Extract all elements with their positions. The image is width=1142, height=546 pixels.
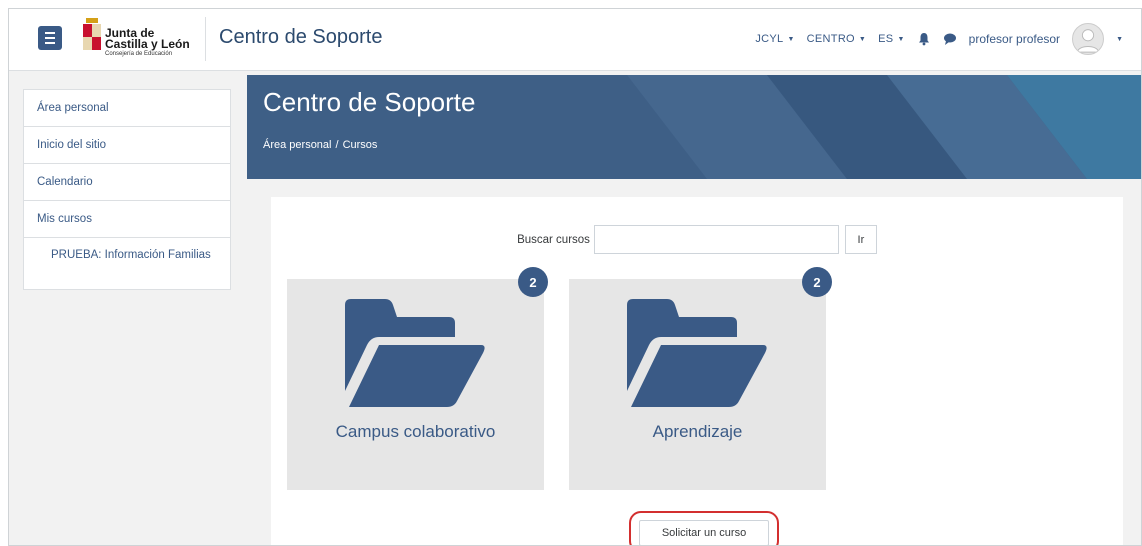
navbar-divider <box>205 17 206 61</box>
avatar-silhouette-icon <box>1077 29 1099 53</box>
chat-bubble-icon[interactable] <box>943 32 957 46</box>
category-name[interactable]: Campus colaborativo <box>287 422 544 442</box>
breadcrumb-separator: / <box>335 139 339 151</box>
language-menu-label: ES <box>878 33 894 45</box>
sidebar-item-inicio-del-sitio[interactable]: Inicio del sitio <box>24 127 230 164</box>
folder-open-icon <box>345 299 485 407</box>
course-count-badge: 2 <box>802 267 832 297</box>
course-count-badge: 2 <box>518 267 548 297</box>
folder-open-icon <box>627 299 767 407</box>
sidebar-item-course[interactable]: PRUEBA: Información Familias <box>24 238 230 263</box>
sidebar-nav: Área personal Inicio del sitio Calendari… <box>23 89 231 290</box>
caret-down-icon: ▼ <box>858 35 867 43</box>
sidebar-item-area-personal[interactable]: Área personal <box>24 90 230 127</box>
user-avatar-icon[interactable] <box>1072 23 1105 55</box>
user-menu-caret-icon[interactable]: ▼ <box>1116 36 1123 43</box>
search-label: Buscar cursos <box>517 233 590 246</box>
hamburger-menu-icon[interactable] <box>38 26 62 50</box>
course-search: Buscar cursos Ir <box>271 225 1123 254</box>
menu-jcyl-label: JCYL <box>755 33 784 45</box>
category-card-aprendizaje[interactable]: 2 Aprendizaje <box>569 267 832 490</box>
breadcrumb-item-area-personal[interactable]: Área personal <box>263 139 332 151</box>
sidebar-item-mis-cursos[interactable]: Mis cursos <box>24 201 230 238</box>
category-card-campus-colaborativo[interactable]: 2 Campus colaborativo <box>287 267 548 490</box>
browser-page: Junta de Castilla y León Consejería de E… <box>8 8 1142 546</box>
breadcrumb: Área personal / Cursos <box>263 139 377 151</box>
top-navbar: Junta de Castilla y León Consejería de E… <box>9 9 1141 71</box>
request-course-button[interactable]: Solicitar un curso <box>639 520 769 545</box>
caret-down-icon: ▼ <box>897 35 905 43</box>
page-header-banner: Centro de Soporte Área personal / Cursos <box>247 75 1141 179</box>
highlight-outline: Solicitar un curso <box>629 511 779 545</box>
crest-icon <box>83 18 101 50</box>
jcyl-logo[interactable]: Junta de Castilla y León Consejería de E… <box>83 13 213 63</box>
search-button[interactable]: Ir <box>844 225 877 254</box>
logo-text-line3: Consejería de Educación <box>105 51 173 57</box>
user-name[interactable]: profesor profesor <box>969 32 1060 46</box>
category-name[interactable]: Aprendizaje <box>569 422 826 442</box>
menu-centro[interactable]: CENTRO ▼ <box>807 33 866 45</box>
sidebar-item-calendario[interactable]: Calendario <box>24 164 230 201</box>
breadcrumb-item-cursos[interactable]: Cursos <box>343 139 378 151</box>
search-input[interactable] <box>593 225 839 254</box>
main-content: Buscar cursos Ir 2 Campus colaborativo 2… <box>271 197 1123 545</box>
menu-jcyl[interactable]: JCYL ▼ <box>755 33 794 45</box>
bell-icon[interactable] <box>917 32 931 46</box>
logo-text-line2: Castilla y León <box>105 37 190 51</box>
navbar-right: JCYL ▼ CENTRO ▼ ES ▼ profesor profesor ▼ <box>755 23 1123 55</box>
caret-down-icon: ▼ <box>787 35 795 43</box>
site-title[interactable]: Centro de Soporte <box>219 26 382 49</box>
menu-centro-label: CENTRO <box>806 33 855 45</box>
language-menu[interactable]: ES ▼ <box>878 33 905 45</box>
page-title: Centro de Soporte <box>263 87 476 117</box>
